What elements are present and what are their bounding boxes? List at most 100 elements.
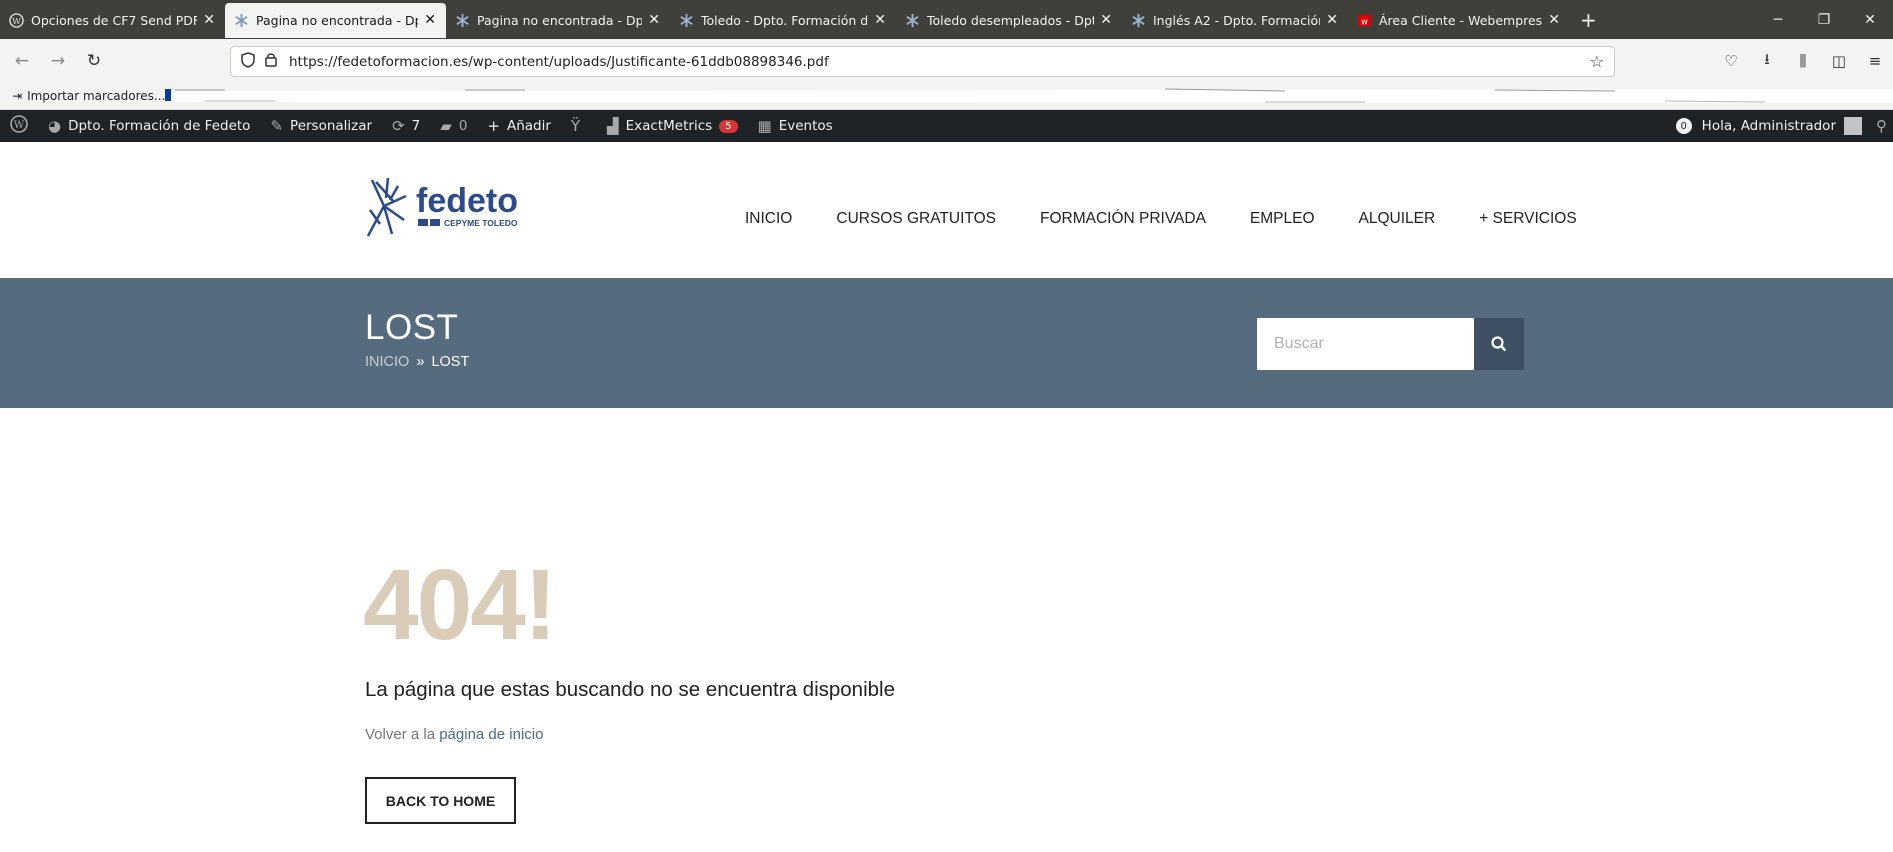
account-greeting[interactable]: Hola, Administrador (1702, 118, 1836, 134)
wordpress-icon: W (10, 115, 28, 137)
forward-icon[interactable]: → (40, 43, 76, 79)
browser-tab[interactable]: Pagina no encontrada - Dpto. Forma ✕ (446, 3, 670, 38)
search-icon (1491, 336, 1507, 352)
main-nav: INICIO CURSOS GRATUITOS FORMACIÓN PRIVAD… (745, 210, 1621, 228)
sidebar-icon[interactable]: ◫ (1821, 52, 1857, 70)
wp-add-new[interactable]: + Añadir (477, 110, 561, 142)
search-button[interactable] (1474, 318, 1524, 370)
fedeto-icon (904, 12, 920, 28)
close-tab-icon[interactable]: ✕ (424, 12, 436, 28)
svg-text:W: W (14, 120, 25, 131)
restore-icon[interactable]: ❐ (1801, 0, 1847, 39)
fedeto-icon (454, 12, 470, 28)
window-controls: ─ ❐ ✕ (1755, 0, 1893, 39)
avatar[interactable] (1844, 117, 1862, 135)
lock-icon[interactable] (265, 52, 277, 71)
browser-tab[interactable]: Toledo desempleados - Dpto. Forma ✕ (896, 3, 1122, 38)
search-icon[interactable]: ⚲ (1876, 117, 1887, 135)
breadcrumb-current: LOST (431, 354, 470, 370)
comment-icon: ▰ (440, 117, 452, 135)
notification-count[interactable]: 0 (1675, 118, 1692, 134)
back-to-home-button[interactable]: BACK TO HOME (365, 777, 516, 824)
minimize-icon[interactable]: ─ (1755, 0, 1801, 39)
back-prefix: Volver a la (365, 726, 440, 743)
fedeto-icon (1130, 12, 1146, 28)
exactmetrics-badge: 5 (719, 119, 738, 133)
browser-tab[interactable]: Inglés A2 - Dpto. Formación de Fed ✕ (1122, 3, 1348, 38)
menu-icon[interactable]: ≡ (1857, 52, 1893, 70)
error-message: La página que estas buscando no se encue… (365, 678, 895, 701)
pocket-icon[interactable]: ♡ (1713, 52, 1749, 70)
logo-subtitle: CEPYME TOLEDO (444, 218, 518, 228)
error-code: 404! (363, 549, 557, 661)
wp-admin-bar: W ◕ Dpto. Formación de Fedeto ✎ Personal… (0, 110, 1893, 142)
browser-navbar: ← → ↻ https://fedetoformacion.es/wp-cont… (0, 39, 1893, 83)
breadcrumb-home[interactable]: INICIO (365, 354, 409, 370)
import-bookmarks-link[interactable]: Importar marcadores... (27, 89, 165, 103)
wp-logo[interactable]: W (0, 110, 38, 142)
wp-comments[interactable]: ▰ 0 (430, 110, 477, 142)
webempresa-icon: w (1356, 12, 1372, 28)
brush-icon: ✎ (270, 117, 284, 135)
close-tab-icon[interactable]: ✕ (1100, 12, 1112, 28)
wp-site-name[interactable]: ◕ Dpto. Formación de Fedeto (38, 110, 260, 142)
browser-tab[interactable]: Toledo - Dpto. Formación de Fedeto ✕ (670, 3, 896, 38)
fedeto-icon (233, 12, 249, 28)
url-bar[interactable]: https://fedetoformacion.es/wp-content/up… (230, 46, 1615, 77)
page-title-banner: LOST INICIO » LOST (0, 278, 1893, 408)
wp-admin-right: 0 Hola, Administrador ⚲ (1675, 110, 1893, 142)
wp-events[interactable]: ▦ Eventos (748, 110, 843, 142)
shield-icon[interactable] (241, 51, 255, 72)
back-icon[interactable]: ← (4, 43, 40, 79)
browser-tab[interactable]: W Opciones de CF7 Send PDF < Dpto. ✕ (0, 3, 225, 38)
site-header: fedeto CEPYME TOLEDO INICIO CURSOS GRATU… (0, 142, 1893, 278)
url-text[interactable]: https://fedetoformacion.es/wp-content/up… (289, 54, 829, 70)
toolbar-right: ♡ ⭳ ⫼ ◫ ≡ (1713, 39, 1893, 83)
dashboard-icon: ◕ (48, 117, 62, 135)
fedeto-logo[interactable]: fedeto CEPYME TOLEDO (364, 176, 549, 240)
home-page-link[interactable]: página de inicio (439, 726, 543, 743)
logo-wordmark: fedeto (416, 182, 518, 220)
close-tab-icon[interactable]: ✕ (648, 12, 660, 28)
browser-tab-active[interactable]: Pagina no encontrada - Dpto. Forma ✕ (225, 2, 446, 38)
nav-servicios[interactable]: + SERVICIOS (1479, 210, 1577, 228)
back-text: Volver a la página de inicio (365, 726, 543, 743)
library-icon[interactable]: ⫼ (1785, 52, 1821, 70)
svg-text:W: W (12, 15, 21, 25)
close-tab-icon[interactable]: ✕ (1326, 12, 1338, 28)
browser-tab-bar: W Opciones de CF7 Send PDF < Dpto. ✕ Pag… (0, 0, 1893, 39)
breadcrumb-separator: » (416, 354, 425, 370)
breadcrumb: INICIO » LOST (365, 354, 469, 370)
wp-updates[interactable]: ⟳ 7 (382, 110, 430, 142)
updates-icon: ⟳ (392, 117, 405, 135)
new-tab-button[interactable]: + (1570, 8, 1607, 32)
import-bookmarks-icon: ⇥ (12, 89, 23, 103)
reload-icon[interactable]: ↻ (76, 43, 112, 79)
nav-formacion-privada[interactable]: FORMACIÓN PRIVADA (1040, 210, 1206, 228)
wp-exactmetrics[interactable]: ▟ ExactMetrics 5 (597, 110, 747, 142)
redaction-scribble (165, 88, 1893, 103)
download-icon[interactable]: ⭳ (1749, 49, 1785, 74)
wp-yoast[interactable]: Ÿ (561, 110, 597, 142)
close-window-icon[interactable]: ✕ (1847, 0, 1893, 39)
close-tab-icon[interactable]: ✕ (874, 12, 886, 28)
page-title: LOST (365, 308, 459, 347)
search-input[interactable] (1257, 318, 1474, 370)
nav-alquiler[interactable]: ALQUILER (1359, 210, 1436, 228)
wp-customize[interactable]: ✎ Personalizar (260, 110, 382, 142)
nav-cursos-gratuitos[interactable]: CURSOS GRATUITOS (836, 210, 996, 228)
bookmarks-bar: ⇥ Importar marcadores... (0, 83, 1893, 110)
close-tab-icon[interactable]: ✕ (203, 12, 215, 28)
calendar-icon: ▦ (757, 117, 772, 135)
fedeto-icon (678, 12, 694, 28)
bookmark-star-icon[interactable]: ☆ (1590, 52, 1604, 71)
svg-text:w: w (1361, 16, 1368, 26)
browser-tab[interactable]: w Área Cliente - Webempresa Europa ✕ (1348, 3, 1570, 38)
plus-icon: + (487, 117, 500, 135)
wordpress-icon: W (8, 12, 24, 28)
bar-chart-icon: ▟ (607, 117, 619, 135)
nav-inicio[interactable]: INICIO (745, 210, 792, 228)
close-tab-icon[interactable]: ✕ (1548, 12, 1560, 28)
yoast-icon: Ÿ (570, 117, 581, 135)
nav-empleo[interactable]: EMPLEO (1250, 210, 1315, 228)
